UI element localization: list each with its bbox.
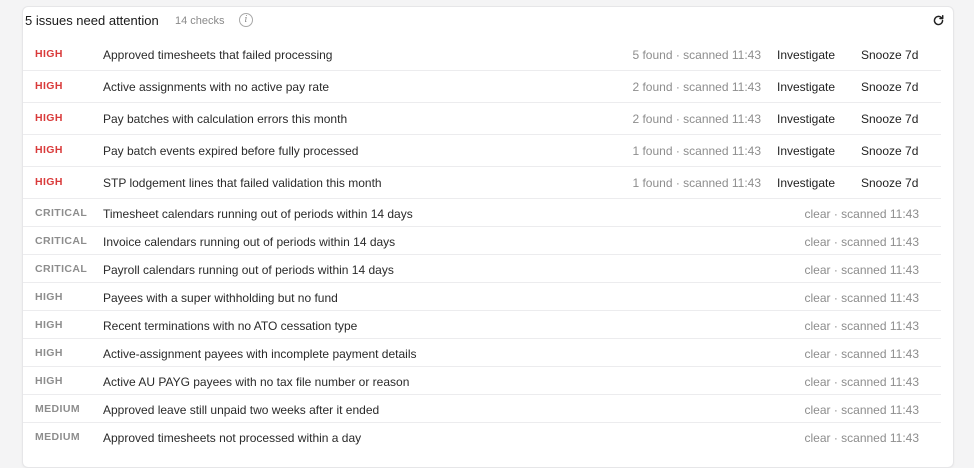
check-status: clear · scanned 11:43 <box>804 291 919 305</box>
severity-badge: HIGH <box>35 375 63 387</box>
severity-badge: MEDIUM <box>35 431 80 443</box>
check-row: HIGH Active AU PAYG payees with no tax fi… <box>23 367 941 395</box>
severity-badge: HIGH <box>35 291 63 303</box>
severity-badge: HIGH <box>35 319 63 331</box>
investigate-button[interactable]: Investigate <box>777 80 835 94</box>
severity-badge: HIGH <box>35 347 63 359</box>
check-description: Timesheet calendars running out of perio… <box>103 207 413 221</box>
severity-badge: HIGH <box>35 112 63 124</box>
severity-badge: HIGH <box>35 48 63 60</box>
check-row: HIGH Active assignments with no active pa… <box>23 71 941 103</box>
check-row: HIGH Approved timesheets that failed proc… <box>23 39 941 71</box>
check-description: Active-assignment payees with incomplete… <box>103 347 417 361</box>
check-row: HIGH Payees with a super withholding but … <box>23 283 941 311</box>
check-status: clear · scanned 11:43 <box>804 375 919 389</box>
check-description: Invoice calendars running out of periods… <box>103 235 396 249</box>
check-status: clear · scanned 11:43 <box>804 263 919 277</box>
snooze-button[interactable]: Snooze 7d <box>861 80 918 94</box>
check-row: MEDIUM Approved leave still unpaid two we… <box>23 395 941 423</box>
check-row: HIGH Recent terminations with no ATO cess… <box>23 311 941 339</box>
severity-badge: CRITICAL <box>35 207 88 219</box>
check-row: HIGH Active-assignment payees with incomp… <box>23 339 941 367</box>
severity-badge: HIGH <box>35 176 63 188</box>
check-description: Pay batches with calculation errors this… <box>103 112 348 126</box>
panel-header: 5 issues need attention 14 checks i <box>23 7 953 35</box>
check-row: MEDIUM Approved timesheets not processed … <box>23 423 941 450</box>
check-description: Approved timesheets that failed processi… <box>103 48 333 62</box>
checks-list: HIGH Approved timesheets that failed proc… <box>23 39 941 450</box>
health-checks-panel: 5 issues need attention 14 checks i HIGH… <box>22 6 954 468</box>
check-row: CRITICAL Invoice calendars running out of… <box>23 227 941 255</box>
investigate-button[interactable]: Investigate <box>777 176 835 190</box>
check-row: CRITICAL Payroll calendars running out of… <box>23 255 941 283</box>
check-description: Payroll calendars running out of periods… <box>103 263 394 277</box>
check-description: Recent terminations with no ATO cessatio… <box>103 319 358 333</box>
check-status: 5 found · scanned 11:43 <box>632 48 761 62</box>
check-status: 1 found · scanned 11:43 <box>632 176 761 190</box>
severity-badge: HIGH <box>35 144 63 156</box>
check-status: clear · scanned 11:43 <box>804 319 919 333</box>
snooze-button[interactable]: Snooze 7d <box>861 176 918 190</box>
check-description: STP lodgement lines that failed validati… <box>103 176 382 190</box>
check-status: 2 found · scanned 11:43 <box>632 112 761 126</box>
check-status: clear · scanned 11:43 <box>804 235 919 249</box>
severity-badge: CRITICAL <box>35 235 88 247</box>
check-description: Approved timesheets not processed within… <box>103 431 362 445</box>
severity-badge: CRITICAL <box>35 263 88 275</box>
check-status: clear · scanned 11:43 <box>804 207 919 221</box>
check-description: Payees with a super withholding but no f… <box>103 291 338 305</box>
refresh-icon[interactable] <box>929 11 947 29</box>
check-row: CRITICAL Timesheet calendars running out … <box>23 199 941 227</box>
check-status: 2 found · scanned 11:43 <box>632 80 761 94</box>
investigate-button[interactable]: Investigate <box>777 48 835 62</box>
check-status: clear · scanned 11:43 <box>804 403 919 417</box>
check-status: clear · scanned 11:43 <box>804 347 919 361</box>
check-status: 1 found · scanned 11:43 <box>632 144 761 158</box>
check-description: Pay batch events expired before fully pr… <box>103 144 359 158</box>
check-row: HIGH STP lodgement lines that failed vali… <box>23 167 941 199</box>
snooze-button[interactable]: Snooze 7d <box>861 48 918 62</box>
snooze-button[interactable]: Snooze 7d <box>861 112 918 126</box>
check-row: HIGH Pay batch events expired before full… <box>23 135 941 167</box>
check-description: Approved leave still unpaid two weeks af… <box>103 403 380 417</box>
check-row: HIGH Pay batches with calculation errors … <box>23 103 941 135</box>
snooze-button[interactable]: Snooze 7d <box>861 144 918 158</box>
info-icon[interactable]: i <box>239 13 253 27</box>
checks-count: 14 checks <box>175 15 225 27</box>
check-status: clear · scanned 11:43 <box>804 431 919 445</box>
severity-badge: HIGH <box>35 80 63 92</box>
severity-badge: MEDIUM <box>35 403 80 415</box>
issues-summary-title: 5 issues need attention <box>25 13 159 28</box>
investigate-button[interactable]: Investigate <box>777 112 835 126</box>
check-description: Active assignments with no active pay ra… <box>103 80 330 94</box>
check-description: Active AU PAYG payees with no tax file n… <box>103 375 410 389</box>
investigate-button[interactable]: Investigate <box>777 144 835 158</box>
